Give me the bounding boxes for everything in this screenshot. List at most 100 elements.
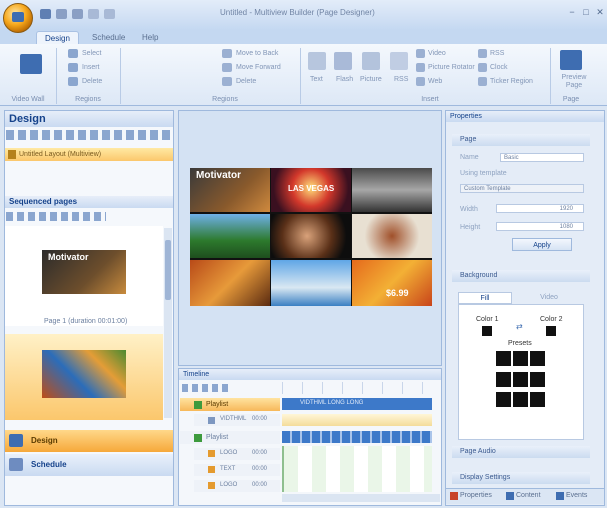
rss-icon[interactable]	[390, 52, 408, 70]
timeline-bar-vidthml[interactable]	[282, 414, 432, 426]
insert-ticker-region-button[interactable]: Ticker Region	[490, 78, 533, 85]
page-audio-section-header[interactable]: Page Audio	[452, 446, 590, 458]
delete-button[interactable]: Delete	[82, 78, 102, 85]
select-icon[interactable]	[68, 49, 78, 58]
preview-page-icon[interactable]	[560, 50, 582, 70]
apply-button[interactable]: Apply	[512, 238, 572, 251]
tab-fill[interactable]: Fill	[458, 292, 512, 304]
name-input[interactable]: Basic	[500, 153, 584, 162]
delete-icon[interactable]	[68, 77, 78, 86]
preset-swatch[interactable]	[513, 372, 528, 387]
preview-page-button[interactable]: Preview Page	[554, 74, 594, 90]
print-icon[interactable]	[88, 9, 99, 19]
video-wall-icon[interactable]	[20, 54, 42, 74]
insert-button[interactable]: Insert	[82, 64, 100, 71]
tab-design[interactable]: Design	[36, 31, 79, 44]
select-button[interactable]: Select	[82, 50, 101, 57]
tab-events[interactable]: Events	[566, 492, 587, 499]
timeline-zoom-toolbar[interactable]	[182, 384, 232, 392]
page-section-header[interactable]: Page	[452, 134, 590, 146]
sequenced-pages-toolbar[interactable]	[6, 212, 106, 221]
tile-skier[interactable]	[271, 260, 351, 306]
move-to-back-button[interactable]: Move to Back	[236, 50, 278, 57]
quick-access-customize-icon[interactable]	[104, 9, 115, 19]
clock-icon[interactable]	[478, 63, 487, 72]
width-input[interactable]: 1920	[496, 204, 584, 213]
video-icon[interactable]	[416, 49, 425, 58]
timeline-item-track[interactable]	[282, 446, 432, 492]
template-select[interactable]: Custom Template	[460, 184, 584, 193]
delete-region-button[interactable]: Delete	[236, 78, 256, 85]
undo-icon[interactable]	[56, 9, 67, 19]
design-layout-item[interactable]: Untitled Layout (Multiview)	[5, 148, 173, 161]
preset-swatch[interactable]	[496, 372, 511, 387]
preset-swatch[interactable]	[513, 392, 528, 407]
web-icon[interactable]	[416, 77, 425, 86]
move-forward-icon[interactable]	[222, 63, 232, 72]
design-toolbar[interactable]	[6, 130, 170, 140]
insert-clock-button[interactable]: Clock	[490, 64, 508, 71]
preset-swatch[interactable]	[530, 392, 545, 407]
preset-swatch[interactable]	[496, 392, 511, 407]
color-2-swatch[interactable]	[546, 326, 556, 336]
insert-icon[interactable]	[68, 63, 78, 72]
picture-icon[interactable]	[362, 52, 380, 70]
application-orb-button[interactable]	[3, 3, 33, 33]
delete-region-icon[interactable]	[222, 77, 232, 86]
timeline-bar-playlist-2[interactable]	[282, 431, 432, 443]
group-label-page: Page	[562, 96, 580, 103]
minimize-button[interactable]: −	[566, 7, 578, 17]
timeline-row-text[interactable]	[194, 464, 280, 476]
insert-picture-rotator-button[interactable]: Picture Rotator	[428, 64, 475, 71]
insert-flash-button[interactable]: Flash	[336, 76, 353, 83]
close-button[interactable]: ✕	[594, 7, 606, 17]
page-list-scroll-thumb[interactable]	[165, 240, 171, 300]
timeline-horizontal-scrollbar[interactable]	[282, 494, 440, 502]
timeline-ruler	[282, 382, 440, 394]
timeline-row-label: Playlist	[206, 434, 229, 441]
layout-icon	[8, 150, 16, 159]
events-tab-icon	[556, 492, 564, 500]
insert-video-button[interactable]: Video	[428, 50, 446, 57]
move-to-back-icon[interactable]	[222, 49, 232, 58]
timeline-row-label: LOGO	[220, 450, 238, 456]
tile-restaurant[interactable]	[190, 260, 270, 306]
insert-text-button[interactable]: Text	[310, 76, 323, 83]
save-icon[interactable]	[40, 9, 51, 19]
tab-help[interactable]: Help	[134, 31, 166, 44]
preset-swatch[interactable]	[530, 372, 545, 387]
preset-swatch[interactable]	[530, 351, 545, 366]
display-settings-section-header[interactable]: Display Settings	[452, 472, 590, 484]
text-icon[interactable]	[308, 52, 326, 70]
picture-rotator-icon[interactable]	[416, 63, 425, 72]
timeline-title: Timeline	[179, 369, 441, 380]
rss-feed-icon[interactable]	[478, 49, 487, 58]
tab-video[interactable]: Video	[514, 292, 584, 304]
move-forward-button[interactable]: Move Forward	[236, 64, 281, 71]
tile-car[interactable]	[352, 168, 432, 212]
ticker-region-icon[interactable]	[478, 77, 487, 86]
insert-rss-feed-button[interactable]: RSS	[490, 50, 504, 57]
tab-schedule[interactable]: Schedule	[84, 31, 133, 44]
tab-content[interactable]: Content	[516, 492, 541, 499]
tab-properties[interactable]: Properties	[460, 492, 492, 499]
color-1-swatch[interactable]	[482, 326, 492, 336]
tile-waterfall[interactable]	[190, 214, 270, 258]
redo-icon[interactable]	[72, 9, 83, 19]
insert-picture-button[interactable]: Picture	[360, 76, 382, 83]
insert-rss-button[interactable]: RSS	[394, 76, 408, 83]
insert-web-button[interactable]: Web	[428, 78, 442, 85]
preset-swatch[interactable]	[513, 351, 528, 366]
preset-swatch[interactable]	[496, 351, 511, 366]
tile-food[interactable]	[352, 214, 432, 258]
flash-icon[interactable]	[334, 52, 352, 70]
video-wall-canvas[interactable]: Motivator LAS VEGAS $6.99	[190, 168, 432, 306]
tile-portrait[interactable]	[271, 214, 351, 258]
swap-colors-icon[interactable]: ⇄	[516, 322, 523, 331]
group-label-video-wall: Video Wall	[11, 96, 45, 103]
timeline-row-label: TEXT	[220, 466, 236, 472]
tile-price[interactable]	[352, 260, 432, 306]
height-input[interactable]: 1080	[496, 222, 584, 231]
background-section-header[interactable]: Background	[452, 270, 590, 282]
maximize-button[interactable]: □	[580, 7, 592, 17]
